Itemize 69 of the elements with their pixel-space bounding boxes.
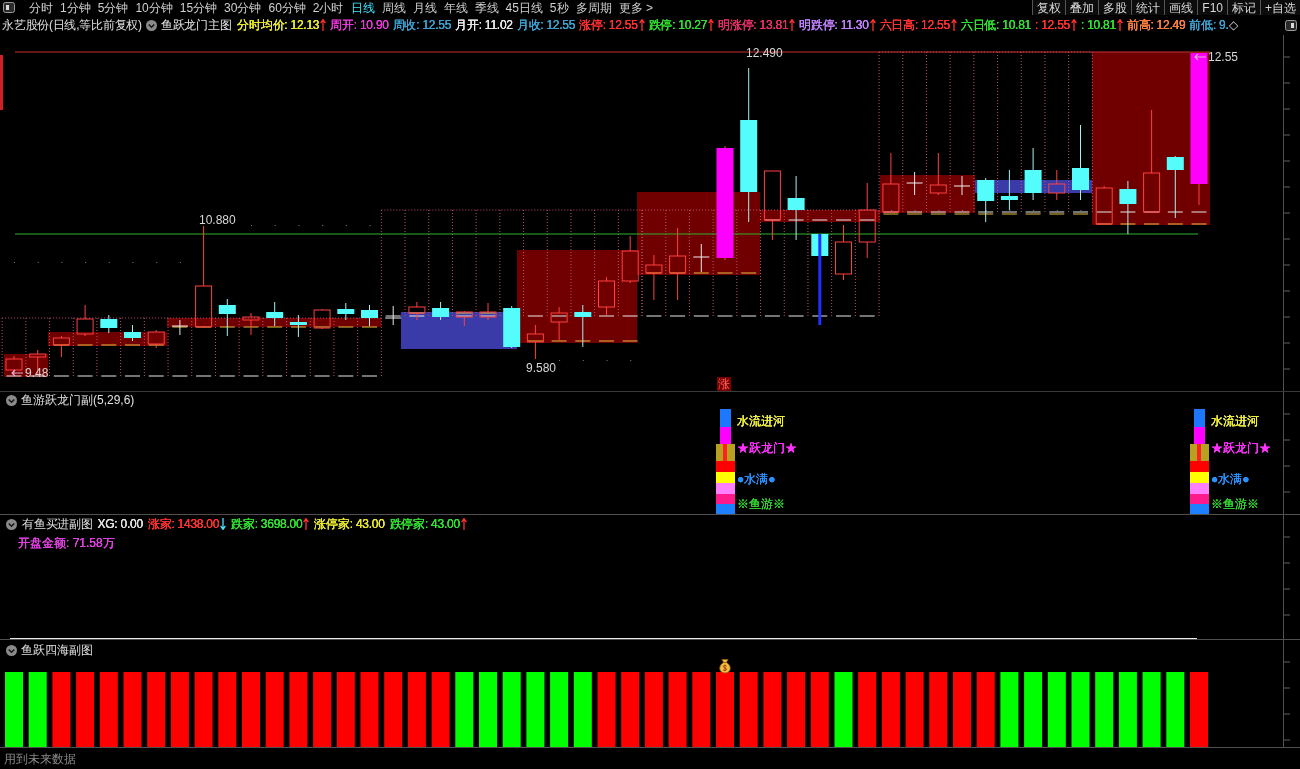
diamond-symbol: ◇ (1228, 18, 1238, 32)
signal-label: 水流进河 (737, 414, 785, 428)
period-tab[interactable]: 5秒 (549, 0, 569, 15)
indicator-reading: 涨停家: 43.00 (314, 517, 385, 531)
period-tab[interactable]: 月线 (412, 0, 437, 15)
chevron-down-circle-icon[interactable] (145, 19, 157, 31)
indicator-reading: 六日低: 10.81 (960, 18, 1032, 32)
period-tab[interactable]: 45日线 (505, 0, 543, 15)
tool-button[interactable]: F10 (1197, 0, 1227, 15)
indicator-reading: 月收: 12.55 (516, 18, 576, 32)
panel-toggle-icon[interactable] (3, 2, 15, 13)
period-tab[interactable]: 5分钟 (97, 0, 129, 15)
signal-label: ●水满● (1211, 472, 1250, 486)
open-amount-reading: 开盘金额: 71.58万 (18, 536, 115, 550)
indicator-reading: 跌家: 3698.00 (231, 517, 303, 531)
signal-label: ※鱼游※ (1211, 497, 1259, 511)
indicator-reading: 前高: 12.49 (1126, 18, 1186, 32)
period-tab[interactable]: 更多 > (618, 0, 653, 15)
indicator-reading: XG: 0.00 (97, 517, 143, 531)
indicator-reading: 月开: 11.02 (455, 18, 513, 32)
panel-title: 有鱼买进副图 (22, 517, 93, 531)
period-tab[interactable]: 10分钟 (135, 0, 173, 15)
indicator-title: 鱼跃龙门主图 (160, 18, 232, 32)
signal-label: 水流进河 (1211, 414, 1259, 428)
period-tab[interactable]: 季线 (474, 0, 499, 15)
panel-toggle-icon[interactable] (1285, 19, 1297, 31)
indicator-reading: 分时均价: 12.13 (237, 18, 320, 32)
period-tab[interactable]: 日线 (350, 0, 375, 15)
indicator-reading: 前低: 9. (1189, 18, 1229, 32)
period-tab[interactable]: 30分钟 (224, 0, 262, 15)
tool-button[interactable]: 统计 (1131, 0, 1165, 15)
stacked-blocks-icon (716, 409, 735, 514)
tool-button[interactable]: 复权 (1032, 0, 1066, 15)
indicator-reading: 明跌停: 11.30 (799, 18, 869, 32)
indicator-reading: 周开: 10.90 (330, 18, 389, 32)
signal-label: ※鱼游※ (737, 497, 785, 511)
chevron-down-circle-icon[interactable] (6, 394, 17, 406)
signal-label: ★跃龙门★ (1211, 441, 1271, 455)
panel-title: 鱼跃四海副图 (21, 643, 93, 657)
period-tab[interactable]: 年线 (443, 0, 468, 15)
period-tab[interactable]: 2小时 (312, 0, 344, 15)
status-text: 用到未来数据 (4, 751, 76, 766)
indicator-reading: 明涨停: 13.81 (718, 18, 789, 32)
panel-title: 鱼游跃龙门副(5,29,6) (21, 393, 135, 407)
tool-button[interactable]: 多股 (1098, 0, 1132, 15)
period-tab[interactable]: 周线 (381, 0, 406, 15)
indicator-reading: 跌停: 10.27 (648, 18, 708, 32)
indicator-reading: 涨停: 12.55 (579, 18, 638, 32)
tool-button[interactable]: 画线 (1164, 0, 1198, 15)
tool-button[interactable]: +自选 (1260, 0, 1300, 15)
period-tab[interactable]: 15分钟 (179, 0, 218, 15)
period-tab[interactable]: 多周期 (575, 0, 612, 15)
period-tab[interactable]: 60分钟 (268, 0, 306, 15)
indicator-reading: : 12.55 (1035, 18, 1070, 32)
stacked-blocks-icon (1190, 409, 1209, 514)
signal-label: ●水满● (737, 472, 776, 486)
tool-button[interactable]: 叠加 (1065, 0, 1099, 15)
period-tab[interactable]: 分时 (29, 0, 53, 15)
chevron-down-circle-icon[interactable] (6, 644, 17, 656)
indicator-reading: 跌停家: 43.00 (389, 517, 460, 531)
chevron-down-circle-icon[interactable] (6, 518, 17, 530)
stock-title: 永艺股份(日线,等比前复权) (2, 18, 142, 32)
indicator-reading: 周收: 12.55 (392, 18, 452, 32)
indicator-reading: : 10.81 (1081, 18, 1116, 32)
indicator-reading: 六日高: 12.55 (879, 18, 950, 32)
indicator-reading: 涨家: 1438.00 (147, 517, 220, 531)
tool-button[interactable]: 标记 (1227, 0, 1260, 15)
signal-label: ★跃龙门★ (737, 441, 797, 455)
period-tab[interactable]: 1分钟 (60, 0, 91, 15)
